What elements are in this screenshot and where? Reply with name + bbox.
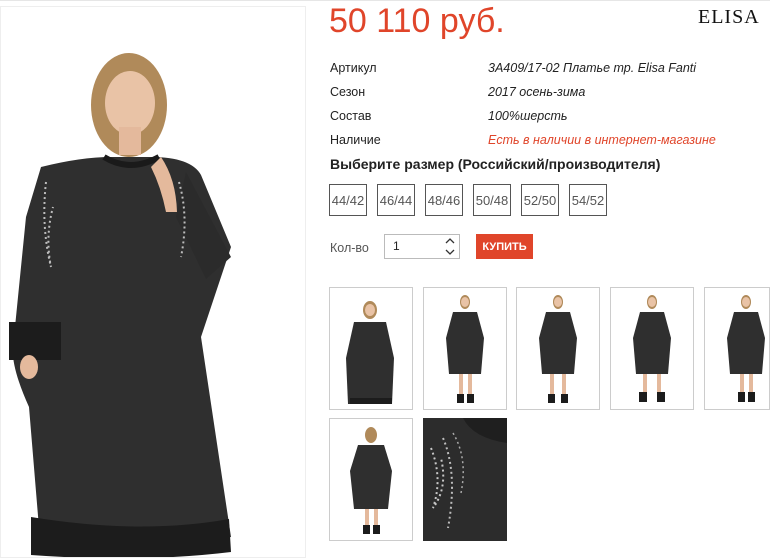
product-properties: Артикул 3A409/17-02 Платье тр. Elisa Fan…	[330, 56, 760, 152]
prop-value: 3A409/17-02 Платье тр. Elisa Fanti	[488, 61, 697, 75]
prop-row-availability: Наличие Есть в наличии в интернет-магази…	[330, 128, 760, 152]
thumbnail-1[interactable]	[329, 287, 413, 410]
prop-key: Артикул	[330, 61, 377, 75]
thumbnail-5[interactable]	[704, 287, 770, 410]
main-product-photo[interactable]	[0, 6, 306, 558]
size-selector-title: Выберите размер (Российский/производител…	[330, 156, 661, 172]
prop-row-composition: Состав 100%шерсть	[330, 104, 760, 128]
thumbnail-image	[539, 295, 577, 403]
brand-logo: ELISA	[698, 6, 760, 28]
prop-key: Наличие	[330, 133, 381, 147]
quantity-label: Кол-во	[330, 241, 369, 255]
size-option-48-46[interactable]: 48/46	[425, 184, 463, 216]
size-option-54-52[interactable]: 54/52	[569, 184, 607, 216]
thumbnail-image	[446, 295, 484, 403]
thumbnail-3[interactable]	[516, 287, 600, 410]
prop-value: 100%шерсть	[488, 109, 568, 123]
thumbnail-image	[346, 301, 394, 404]
thumbnail-4[interactable]	[610, 287, 694, 410]
size-option-44-42[interactable]: 44/42	[329, 184, 367, 216]
prop-key: Состав	[330, 109, 372, 123]
stepper-arrows-icon[interactable]	[444, 236, 456, 257]
thumbnail-2[interactable]	[423, 287, 507, 410]
product-price: 50 110 руб.	[329, 2, 505, 40]
quantity-stepper[interactable]: 1	[384, 234, 460, 259]
size-option-50-48[interactable]: 50/48	[473, 184, 511, 216]
prop-value: 2017 осень-зима	[488, 85, 586, 99]
size-option-46-44[interactable]: 46/44	[377, 184, 415, 216]
thumbnail-7-detail[interactable]	[423, 418, 507, 541]
quantity-value[interactable]: 1	[393, 239, 400, 253]
size-options: 44/42 46/44 48/46 50/48 52/50 54/52	[329, 184, 607, 216]
availability-link[interactable]: Есть в наличии в интернет-магазине	[488, 133, 716, 147]
thumbnail-image	[350, 427, 392, 534]
prop-row-season: Сезон 2017 осень-зима	[330, 80, 760, 104]
buy-button[interactable]: КУПИТЬ	[476, 234, 533, 259]
thumbnail-6[interactable]	[329, 418, 413, 541]
thumbnail-image	[633, 295, 671, 402]
model-dress-illustration	[1, 7, 305, 557]
thumbnail-image	[727, 295, 765, 402]
prop-row-article: Артикул 3A409/17-02 Платье тр. Elisa Fan…	[330, 56, 760, 80]
size-option-52-50[interactable]: 52/50	[521, 184, 559, 216]
prop-key: Сезон	[330, 85, 366, 99]
thumbnail-image	[423, 418, 507, 541]
